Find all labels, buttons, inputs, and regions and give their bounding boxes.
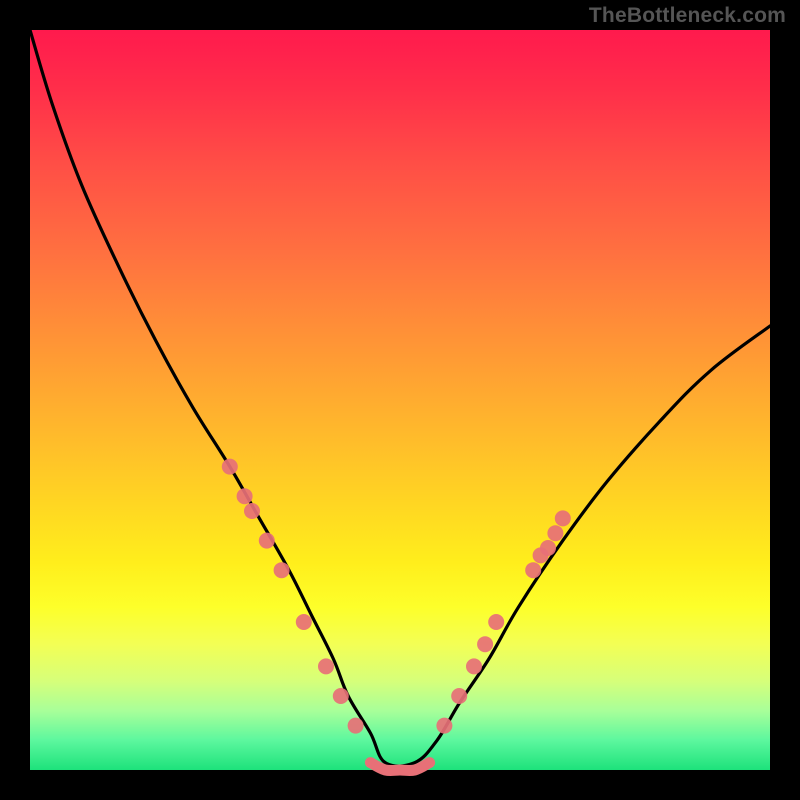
data-marker: [466, 658, 482, 674]
plot-svg: [30, 30, 770, 770]
curve-line: [30, 30, 770, 766]
data-marker: [348, 718, 364, 734]
data-marker: [436, 718, 452, 734]
data-marker: [525, 562, 541, 578]
data-marker: [318, 658, 334, 674]
data-marker: [274, 562, 290, 578]
bottom-flat-path: [370, 763, 429, 771]
data-marker: [547, 525, 563, 541]
data-marker: [555, 510, 571, 526]
data-marker: [477, 636, 493, 652]
data-marker: [296, 614, 312, 630]
markers-right: [436, 510, 570, 733]
data-marker: [244, 503, 260, 519]
data-marker: [259, 533, 275, 549]
markers-left: [222, 459, 364, 734]
curve-path: [30, 30, 770, 766]
data-marker: [540, 540, 556, 556]
data-marker: [237, 488, 253, 504]
data-marker: [222, 459, 238, 475]
data-marker: [488, 614, 504, 630]
bottom-flat-line: [370, 763, 429, 771]
attribution-label: TheBottleneck.com: [589, 4, 786, 28]
figure-canvas: TheBottleneck.com: [0, 0, 800, 800]
data-marker: [451, 688, 467, 704]
plot-area: [30, 30, 770, 770]
data-marker: [333, 688, 349, 704]
